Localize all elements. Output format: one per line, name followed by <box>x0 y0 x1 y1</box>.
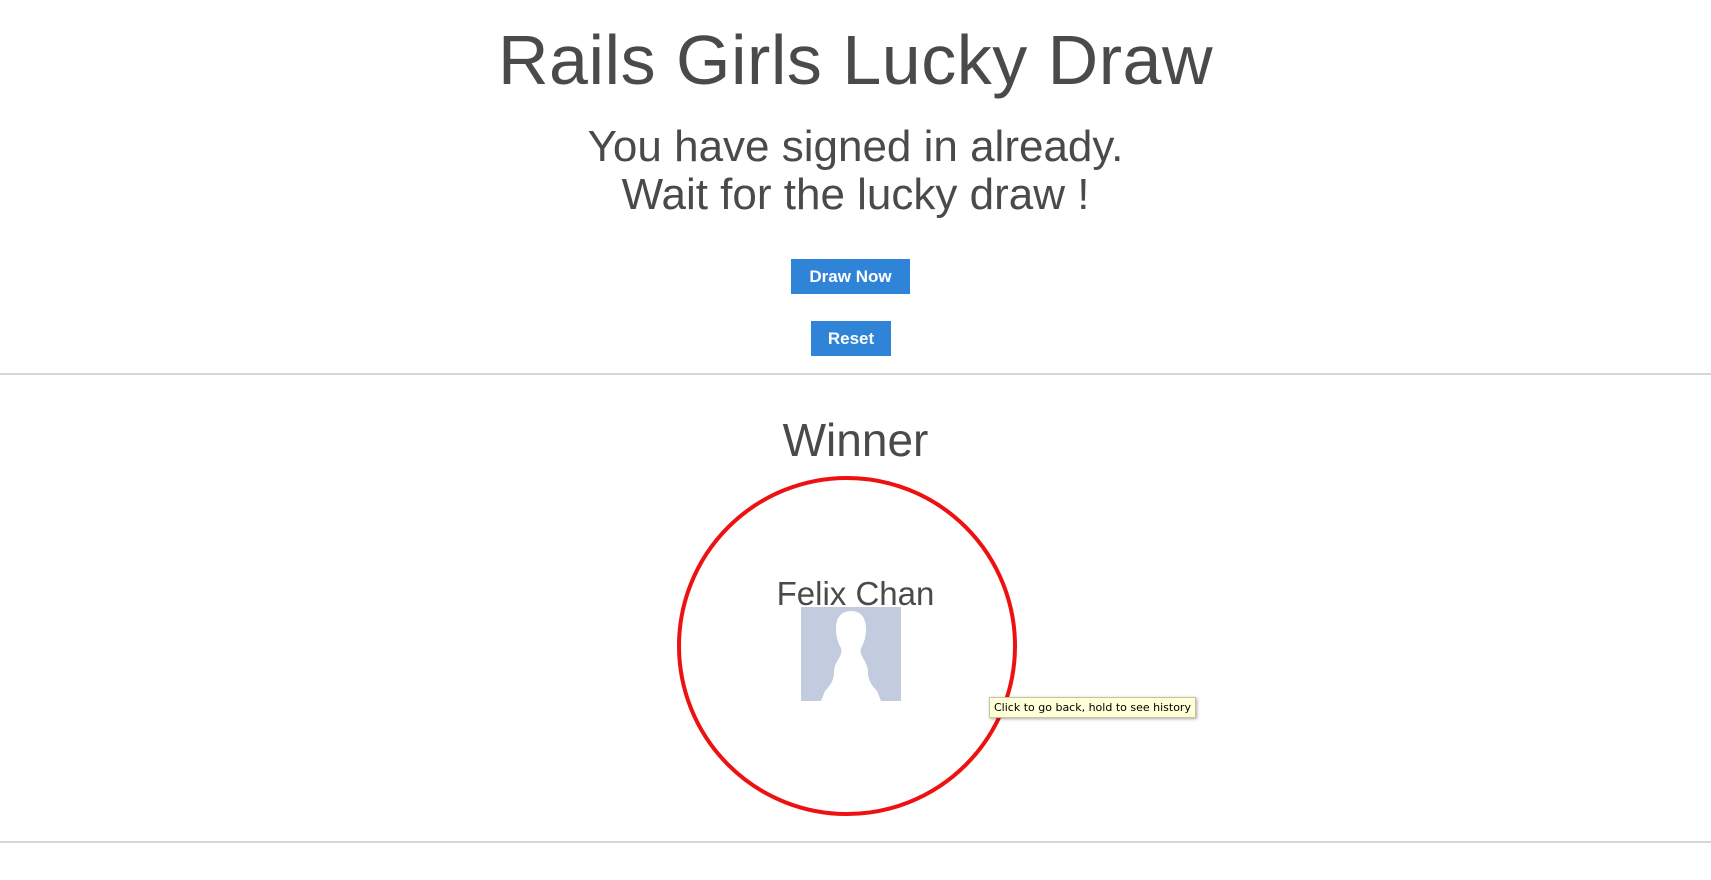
winner-avatar <box>801 607 901 701</box>
status-message-line-2: Wait for the lucky draw ! <box>621 170 1090 219</box>
status-message: You have signed in already. Wait for the… <box>0 123 1711 219</box>
section-divider-bottom <box>0 841 1711 843</box>
default-profile-silhouette-icon <box>821 611 881 701</box>
section-divider-top <box>0 373 1711 375</box>
back-button-tooltip: Click to go back, hold to see history <box>989 697 1196 718</box>
winner-heading: Winner <box>782 414 929 466</box>
draw-now-button[interactable]: Draw Now <box>791 259 910 294</box>
page-title: Rails Girls Lucky Draw <box>498 21 1213 99</box>
lucky-draw-page: Rails Girls Lucky Draw You have signed i… <box>0 0 1711 880</box>
status-message-line-1: You have signed in already. <box>587 122 1124 171</box>
reset-button[interactable]: Reset <box>811 321 891 356</box>
